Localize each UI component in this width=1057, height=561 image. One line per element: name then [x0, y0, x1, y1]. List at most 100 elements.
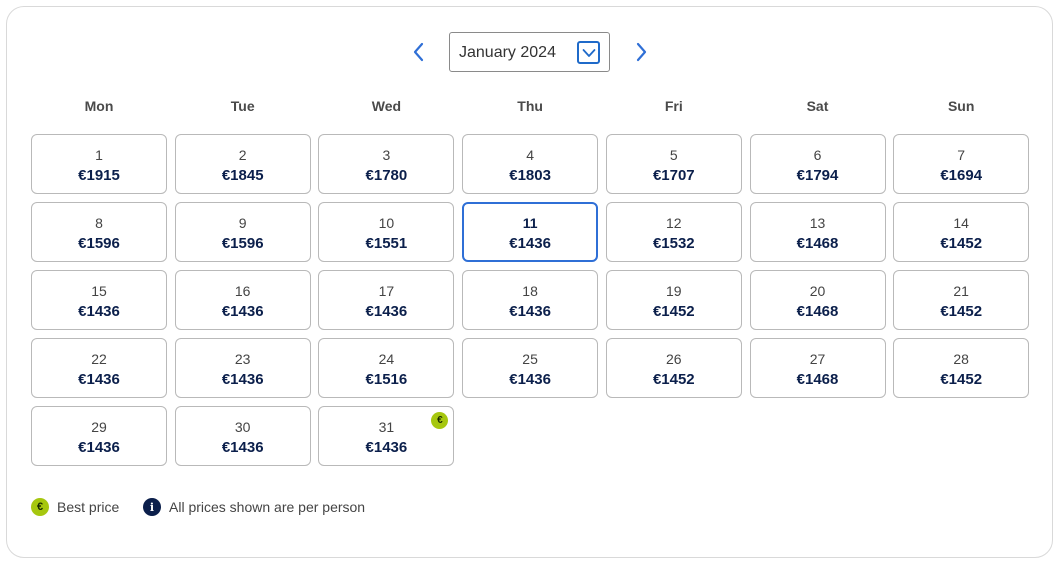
- day-cell-3[interactable]: 3 €1780: [318, 134, 455, 194]
- weekday-wed: Wed: [371, 98, 402, 114]
- day-number: 29: [91, 419, 107, 435]
- day-number: 2: [238, 147, 247, 163]
- day-cell-4[interactable]: 4 €1803: [462, 134, 599, 194]
- best-price-icon: €: [31, 498, 49, 516]
- day-number: 12: [666, 215, 682, 231]
- day-cell-20[interactable]: 20 €1468: [749, 270, 886, 330]
- day-price: €1436: [221, 371, 264, 388]
- day-cell-5[interactable]: 5 €1707: [605, 134, 742, 194]
- weekday-sat: Sat: [806, 98, 829, 114]
- day-cell-6[interactable]: 6 €1794: [749, 134, 886, 194]
- weekday-header: Mon Tue Wed Thu Fri Sat Sun: [31, 98, 1029, 118]
- day-cell-26[interactable]: 26 €1452: [605, 338, 742, 398]
- day-number: 13: [809, 215, 826, 231]
- day-price: €1436: [365, 303, 408, 320]
- month-navigation: January 2024: [0, 32, 1057, 72]
- day-cell-14[interactable]: 14 €1452: [893, 202, 1030, 262]
- day-number: 20: [809, 283, 826, 299]
- day-number: 22: [91, 351, 107, 367]
- day-cell-25[interactable]: 25 €1436: [462, 338, 599, 398]
- month-dropdown-button[interactable]: [577, 41, 600, 64]
- day-cell-11[interactable]: 11 €1436: [462, 202, 599, 262]
- day-cell-29[interactable]: 29 €1436: [31, 406, 167, 466]
- weekday-fri: Fri: [664, 98, 683, 114]
- info-icon: i: [143, 498, 161, 516]
- day-number: 23: [234, 351, 251, 367]
- day-price: €1452: [940, 371, 983, 388]
- day-number: 16: [234, 283, 251, 299]
- day-cell-15[interactable]: 15 €1436: [31, 270, 167, 330]
- weekday-mon: Mon: [84, 98, 114, 114]
- best-price-label: Best price: [57, 499, 120, 515]
- day-number: 27: [809, 351, 826, 367]
- day-cell-7[interactable]: 7 €1694: [893, 134, 1030, 194]
- day-cell-16[interactable]: 16 €1436: [174, 270, 311, 330]
- day-number: 5: [669, 147, 678, 163]
- day-cell-12[interactable]: 12 €1532: [605, 202, 742, 262]
- day-price: €1452: [652, 303, 695, 320]
- day-cell-2[interactable]: 2 €1845: [174, 134, 311, 194]
- day-number: 28: [953, 351, 969, 367]
- day-price: €1452: [940, 235, 983, 252]
- day-number: 25: [522, 351, 538, 367]
- next-month-button[interactable]: [626, 32, 656, 72]
- day-cell-10[interactable]: 10 €1551: [318, 202, 455, 262]
- day-price: €1436: [509, 371, 551, 388]
- day-number: 14: [953, 215, 969, 231]
- day-price: €1803: [509, 167, 551, 184]
- day-cell-31[interactable]: 31 €1436 €: [318, 406, 455, 466]
- previous-month-button[interactable]: [404, 32, 434, 72]
- month-select[interactable]: January 2024: [449, 32, 610, 72]
- day-price: €1532: [652, 235, 695, 252]
- day-cell-23[interactable]: 23 €1436: [174, 338, 311, 398]
- day-price: €1596: [78, 235, 120, 252]
- day-cell-24[interactable]: 24 €1516: [318, 338, 455, 398]
- day-number: 8: [95, 215, 103, 231]
- legend-best-price: € Best price: [31, 498, 119, 516]
- day-price: €1436: [509, 235, 551, 252]
- day-number: 6: [813, 147, 822, 163]
- day-price: €1436: [78, 371, 120, 388]
- day-price: €1436: [221, 303, 264, 320]
- day-price: €1915: [78, 167, 120, 184]
- day-cell-18[interactable]: 18 €1436: [462, 270, 599, 330]
- day-cell-27[interactable]: 27 €1468: [749, 338, 886, 398]
- day-price: €1794: [796, 167, 839, 184]
- day-number: 30: [234, 419, 251, 435]
- day-cell-1[interactable]: 1 €1915: [31, 134, 167, 194]
- day-price: €1596: [221, 235, 264, 252]
- day-number: 17: [378, 283, 395, 299]
- day-cell-21[interactable]: 21 €1452: [893, 270, 1030, 330]
- per-person-note: All prices shown are per person: [169, 499, 366, 515]
- weekday-sun: Sun: [947, 98, 975, 114]
- chevron-right-icon: [636, 42, 647, 62]
- legend-info: i All prices shown are per person: [143, 498, 365, 516]
- day-number: 7: [957, 147, 966, 163]
- weekday-tue: Tue: [230, 98, 255, 114]
- day-number: 21: [953, 283, 969, 299]
- day-cell-17[interactable]: 17 €1436: [318, 270, 455, 330]
- day-price: €1436: [509, 303, 551, 320]
- day-price: €1468: [796, 235, 839, 252]
- day-price: €1452: [940, 303, 983, 320]
- day-number: 1: [95, 147, 103, 163]
- day-cell-13[interactable]: 13 €1468: [749, 202, 886, 262]
- day-price: €1780: [365, 167, 408, 184]
- day-price: €1436: [78, 439, 120, 456]
- day-number: 9: [238, 215, 247, 231]
- day-price: €1516: [365, 371, 408, 388]
- day-cell-30[interactable]: 30 €1436: [174, 406, 311, 466]
- month-label: January 2024: [459, 44, 556, 61]
- day-cell-28[interactable]: 28 €1452: [893, 338, 1030, 398]
- day-cell-19[interactable]: 19 €1452: [605, 270, 742, 330]
- day-cell-8[interactable]: 8 €1596: [31, 202, 167, 262]
- day-price: €1436: [221, 439, 264, 456]
- day-price: €1694: [940, 167, 983, 184]
- day-number: 4: [526, 147, 534, 163]
- day-price: €1468: [796, 371, 839, 388]
- day-number: 24: [378, 351, 395, 367]
- day-price: €1436: [78, 303, 120, 320]
- day-number: 11: [522, 215, 538, 231]
- day-cell-9[interactable]: 9 €1596: [174, 202, 311, 262]
- day-cell-22[interactable]: 22 €1436: [31, 338, 167, 398]
